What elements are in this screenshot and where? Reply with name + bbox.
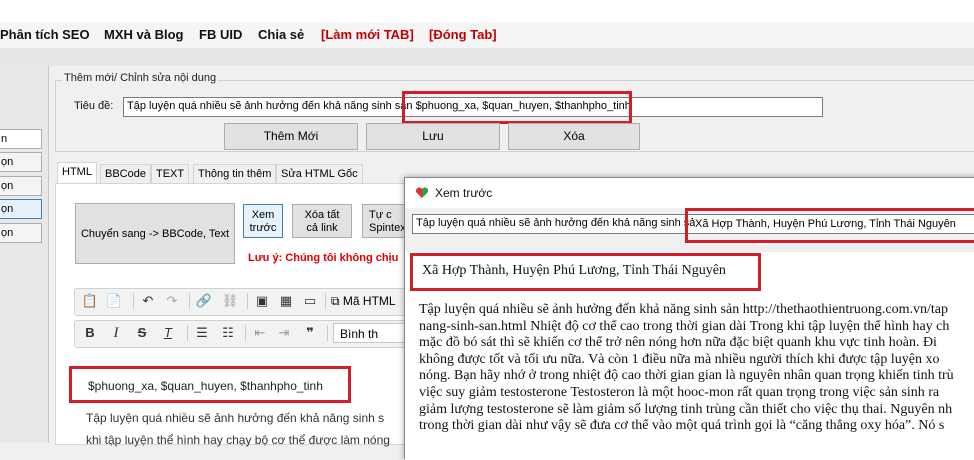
clear-links-line1: Xóa tất	[304, 209, 340, 221]
editor-toolbar-1: 📋 📄 ↶ ↷ 🔗 ⛓ ▣ ▦ ▭ ⧉ Mã HTML	[74, 288, 416, 316]
divider-strip	[0, 48, 974, 66]
preview-body-line: nang-sinh-san.html Nhiệt độ cơ thể cao t…	[419, 318, 950, 334]
save-button[interactable]: Lưu	[366, 123, 500, 150]
redo-icon[interactable]: ↷	[163, 293, 181, 309]
source-code-button[interactable]: ⧉ Mã HTML	[331, 294, 396, 309]
unlink-icon[interactable]: ⛓	[221, 293, 239, 309]
preview-body-line: việc suy giảm testosterone Testosteron l…	[419, 384, 940, 400]
delete-button[interactable]: Xóa	[508, 123, 640, 150]
preview-body: Tập luyện quá nhiều sẽ ảnh hưởng đến khả…	[419, 302, 974, 435]
left-panel: n ọn ọn ọn ọn	[0, 66, 49, 443]
source-code-label: Mã HTML	[342, 294, 396, 308]
preview-window-title: Xem trước	[435, 186, 493, 200]
table-icon[interactable]: ▦	[277, 293, 295, 309]
tab-extra-info[interactable]: Thông tin thêm	[193, 164, 277, 183]
app-heart-icon	[415, 186, 429, 200]
strikethrough-icon[interactable]: S	[133, 325, 151, 341]
left-list-item[interactable]: ọn	[0, 223, 42, 243]
title-highlight-box	[402, 91, 632, 124]
preview-body-line: không được tốt và tối ưu nữa. Và còn 1 đ…	[419, 351, 940, 367]
paste-word-icon[interactable]: 📄	[105, 293, 123, 309]
tab-html[interactable]: HTML	[57, 162, 97, 184]
preview-heading: Xã Hợp Thành, Huyện Phú Lương, Tỉnh Thái…	[422, 263, 726, 278]
bold-icon[interactable]: B	[81, 325, 99, 341]
source-code-icon: ⧉	[331, 294, 343, 308]
blockquote-icon[interactable]: ❞	[301, 325, 319, 341]
remove-format-icon[interactable]: T	[159, 325, 177, 341]
editor-highlight-box	[69, 366, 351, 403]
toolbar-separator	[247, 293, 248, 309]
preview-body-line: mặc đồ bó sát thì sẽ khiến cơ thể trở nê…	[419, 335, 937, 351]
undo-icon[interactable]: ↶	[139, 293, 157, 309]
tab-edit-html-source[interactable]: Sửa HTML Gốc	[276, 164, 363, 183]
preview-body-line: Tập luyện quá nhiều sẽ ảnh hưởng đến khả…	[419, 302, 948, 317]
preview-body-line: giảm lượng testosterone sẽ làm giảm số l…	[419, 401, 953, 417]
toolbar-separator	[189, 293, 190, 309]
outdent-icon[interactable]: ⇤	[251, 325, 269, 341]
menu-item-fb-uid[interactable]: FB UID	[199, 27, 242, 42]
convert-bbcode-button[interactable]: Chuyển sang -> BBCode, Text	[75, 203, 235, 264]
title-bar	[0, 0, 974, 22]
editor-line: khi tập luyện thể hình hay chạy bộ cơ th…	[86, 433, 390, 447]
editor-toolbar-2: B I S T ☰ ☷ ⇤ ⇥ ❞ Bình th	[74, 320, 416, 348]
numbered-list-icon[interactable]: ☰	[193, 325, 211, 341]
disclaimer-note: Lưu ý: Chúng tôi không chịu	[248, 252, 399, 264]
toolbar-separator	[187, 325, 188, 341]
menu-item-social[interactable]: MXH và Blog	[104, 27, 183, 42]
refresh-tab-button[interactable]: [Làm mới TAB]	[321, 27, 414, 42]
left-list-item[interactable]: n	[0, 129, 42, 149]
title-label: Tiêu đề:	[74, 100, 114, 112]
left-list-item[interactable]: ọn	[0, 176, 42, 196]
preview-body-line: trong thời gian dài như vậy sẽ đưa cơ th…	[419, 418, 945, 434]
clear-links-button[interactable]: Xóa tất cả link	[292, 204, 352, 238]
toolbar-separator	[133, 293, 134, 309]
menu-item-share[interactable]: Chia sẻ	[258, 27, 304, 42]
indent-icon[interactable]: ⇥	[275, 325, 293, 341]
add-new-button[interactable]: Thêm Mới	[224, 123, 358, 150]
preview-body-line: nóng. Bạn hãy nhớ ở trong nhiệt độ cao t…	[419, 368, 954, 384]
preview-button-line1: Xem	[251, 209, 275, 221]
menu-item-seo[interactable]: Phân tích SEO	[0, 27, 90, 42]
preview-button-line2: trước	[249, 222, 277, 234]
link-icon[interactable]: 🔗	[195, 293, 213, 309]
toolbar-separator	[327, 325, 328, 341]
close-tab-button[interactable]: [Đóng Tab]	[429, 27, 497, 42]
group-title: Thêm mới/ Chỉnh sửa nội dung	[62, 72, 219, 84]
tab-bbcode[interactable]: BBCode	[100, 164, 151, 183]
preview-title-bar: Xem trước	[405, 178, 974, 208]
toolbar-separator	[245, 325, 246, 341]
image-icon[interactable]: ▣	[253, 293, 271, 309]
paste-icon[interactable]: 📋	[81, 293, 99, 309]
tab-text[interactable]: TEXT	[151, 164, 190, 183]
horizontal-rule-icon[interactable]: ▭	[301, 293, 319, 309]
preview-button[interactable]: Xem trước	[243, 204, 283, 238]
menu-bar: Phân tích SEO MXH và Blog FB UID Chia sẻ…	[0, 22, 974, 49]
preview-title-highlight-text: Xã Hợp Thành, Huyện Phú Lương, Tỉnh Thái…	[695, 218, 956, 230]
bullet-list-icon[interactable]: ☷	[219, 325, 237, 341]
left-list-item[interactable]: ọn	[0, 152, 42, 172]
italic-icon[interactable]: I	[107, 325, 125, 341]
format-select[interactable]: Bình th	[333, 323, 413, 343]
editor-line: Tập luyện quá nhiều sẽ ảnh hưởng đến khả…	[86, 411, 385, 425]
left-list-item[interactable]: ọn	[0, 199, 42, 219]
preview-window: Xem trước Tập luyện quá nhiều sẽ ảnh hưở…	[404, 177, 974, 460]
toolbar-separator	[325, 293, 326, 309]
preview-title-text: Tập luyện quá nhiều sẽ ảnh hưởng đến khả…	[416, 217, 696, 229]
clear-links-line2: cả link	[306, 222, 338, 234]
